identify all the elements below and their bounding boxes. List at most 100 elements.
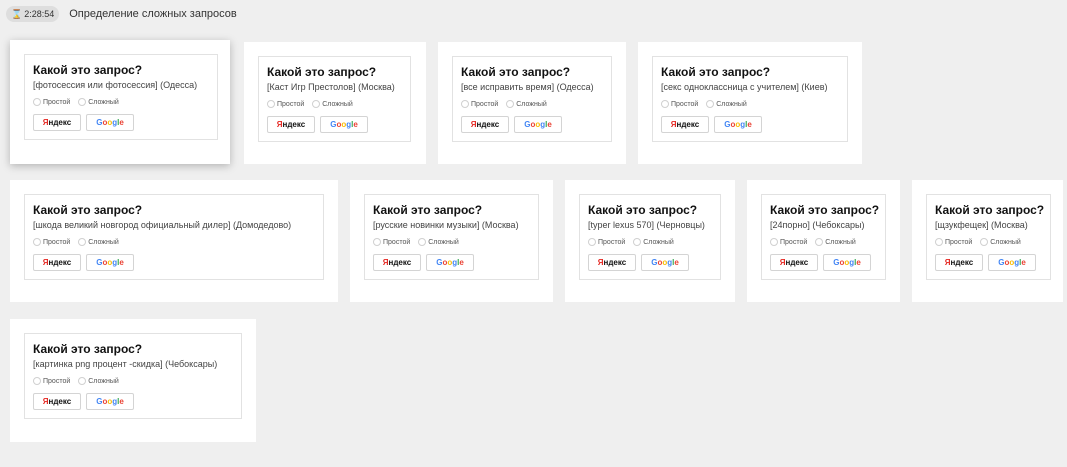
yandex-button[interactable]: Яндекс [935,254,983,271]
radio-icon[interactable] [935,238,943,246]
option-simple[interactable]: Простой [267,100,304,108]
option-simple-label: Простой [43,238,71,246]
option-complex[interactable]: Сложный [78,238,119,246]
query-card-inner: Какой это запрос? [фотосессия или фотосе… [24,54,218,140]
option-complex[interactable]: Сложный [78,377,119,385]
google-button[interactable]: Google [86,114,134,131]
option-complex[interactable]: Сложный [706,100,747,108]
yandex-button[interactable]: Яндекс [33,114,81,131]
query-card: Какой это запрос? [все исправить время] … [438,42,626,164]
google-logo-letter: e [856,258,861,267]
option-simple[interactable]: Простой [770,238,807,246]
google-button[interactable]: Google [641,254,689,271]
radio-icon[interactable] [588,238,596,246]
google-button[interactable]: Google [320,116,368,133]
option-simple[interactable]: Простой [461,100,498,108]
options-group: Простой Сложный [373,238,530,246]
radio-icon[interactable] [418,238,427,246]
yandex-button[interactable]: Яндекс [461,116,509,133]
question-title: Какой это запрос? [588,203,698,217]
option-complex-label: Сложный [88,238,119,246]
yandex-button[interactable]: Яндекс [33,393,81,410]
radio-icon[interactable] [633,238,642,246]
option-complex[interactable]: Сложный [980,238,1021,246]
question-title: Какой это запрос? [661,65,771,79]
query-card: Какой это запрос? [typer lexus 570] (Чер… [565,180,735,302]
query-text: [шкода великий новгород официальный диле… [33,220,292,230]
google-button[interactable]: Google [86,393,134,410]
query-text: [щзукфещек] (Москва) [935,220,1028,230]
option-complex[interactable]: Сложный [78,98,119,106]
option-simple[interactable]: Простой [33,238,70,246]
radio-icon[interactable] [78,238,87,246]
query-card: Какой это запрос? [картинка png процент … [10,319,256,442]
option-complex-label: Сложный [428,238,459,246]
google-button[interactable]: Google [514,116,562,133]
option-simple[interactable]: Простой [935,238,972,246]
yandex-button[interactable]: Яндекс [373,254,421,271]
option-complex[interactable]: Сложный [312,100,353,108]
search-buttons: Яндекс Google [588,254,712,271]
option-simple[interactable]: Простой [588,238,625,246]
option-complex[interactable]: Сложный [815,238,856,246]
radio-icon[interactable] [815,238,824,246]
query-card-inner: Какой это запрос? [typer lexus 570] (Чер… [579,194,721,280]
query-card: Какой это запрос? [щзукфещек] (Москва) П… [912,180,1063,302]
option-simple[interactable]: Простой [661,100,698,108]
radio-icon[interactable] [980,238,989,246]
query-card: Какой это запрос? [24порно] (Чебоксары) … [747,180,900,302]
query-text: [секс одноклассница с учителем] (Киев) [661,82,828,92]
radio-icon[interactable] [312,100,321,108]
google-button[interactable]: Google [86,254,134,271]
option-complex[interactable]: Сложный [506,100,547,108]
search-buttons: Яндекс Google [770,254,877,271]
query-card: Какой это запрос? [фотосессия или фотосе… [10,40,230,164]
radio-icon[interactable] [706,100,715,108]
radio-icon[interactable] [661,100,669,108]
google-button[interactable]: Google [988,254,1036,271]
options-group: Простой Сложный [267,100,402,108]
query-card-inner: Какой это запрос? [щзукфещек] (Москва) П… [926,194,1051,280]
radio-icon[interactable] [373,238,381,246]
radio-icon[interactable] [461,100,469,108]
google-button[interactable]: Google [714,116,762,133]
search-buttons: Яндекс Google [661,116,839,133]
question-title: Какой это запрос? [33,63,143,77]
option-complex-label: Сложный [825,238,856,246]
option-simple[interactable]: Простой [33,98,70,106]
option-complex[interactable]: Сложный [418,238,459,246]
search-buttons: Яндекс Google [935,254,1042,271]
radio-icon[interactable] [33,98,41,106]
question-title: Какой это запрос? [770,203,880,217]
question-title: Какой это запрос? [267,65,377,79]
radio-icon[interactable] [78,377,87,385]
query-text: [typer lexus 570] (Черновцы) [588,220,705,230]
radio-icon[interactable] [33,377,41,385]
timer-badge: ⌛ 2:28:54 [6,6,60,22]
query-card-inner: Какой это запрос? [русские новинки музык… [364,194,539,280]
yandex-button[interactable]: Яндекс [33,254,81,271]
option-simple[interactable]: Простой [33,377,70,385]
yandex-button[interactable]: Яндекс [267,116,315,133]
query-card: Какой это запрос? [Каст Игр Престолов] (… [244,42,426,164]
search-buttons: Яндекс Google [33,114,209,131]
google-button[interactable]: Google [823,254,871,271]
yandex-logo-rest: ндекс [282,120,306,129]
yandex-button[interactable]: Яндекс [770,254,818,271]
radio-icon[interactable] [33,238,41,246]
google-button[interactable]: Google [426,254,474,271]
google-logo-letter: e [353,120,358,129]
radio-icon[interactable] [770,238,778,246]
query-text: [24порно] (Чебоксары) [770,220,865,230]
radio-icon[interactable] [506,100,515,108]
yandex-button[interactable]: Яндекс [661,116,709,133]
radio-icon[interactable] [267,100,275,108]
google-logo-letter: e [747,120,752,129]
options-group: Простой Сложный [33,238,315,246]
radio-icon[interactable] [78,98,87,106]
option-complex[interactable]: Сложный [633,238,674,246]
yandex-button[interactable]: Яндекс [588,254,636,271]
question-title: Какой это запрос? [935,203,1045,217]
yandex-logo-rest: ндекс [476,120,500,129]
option-simple[interactable]: Простой [373,238,410,246]
